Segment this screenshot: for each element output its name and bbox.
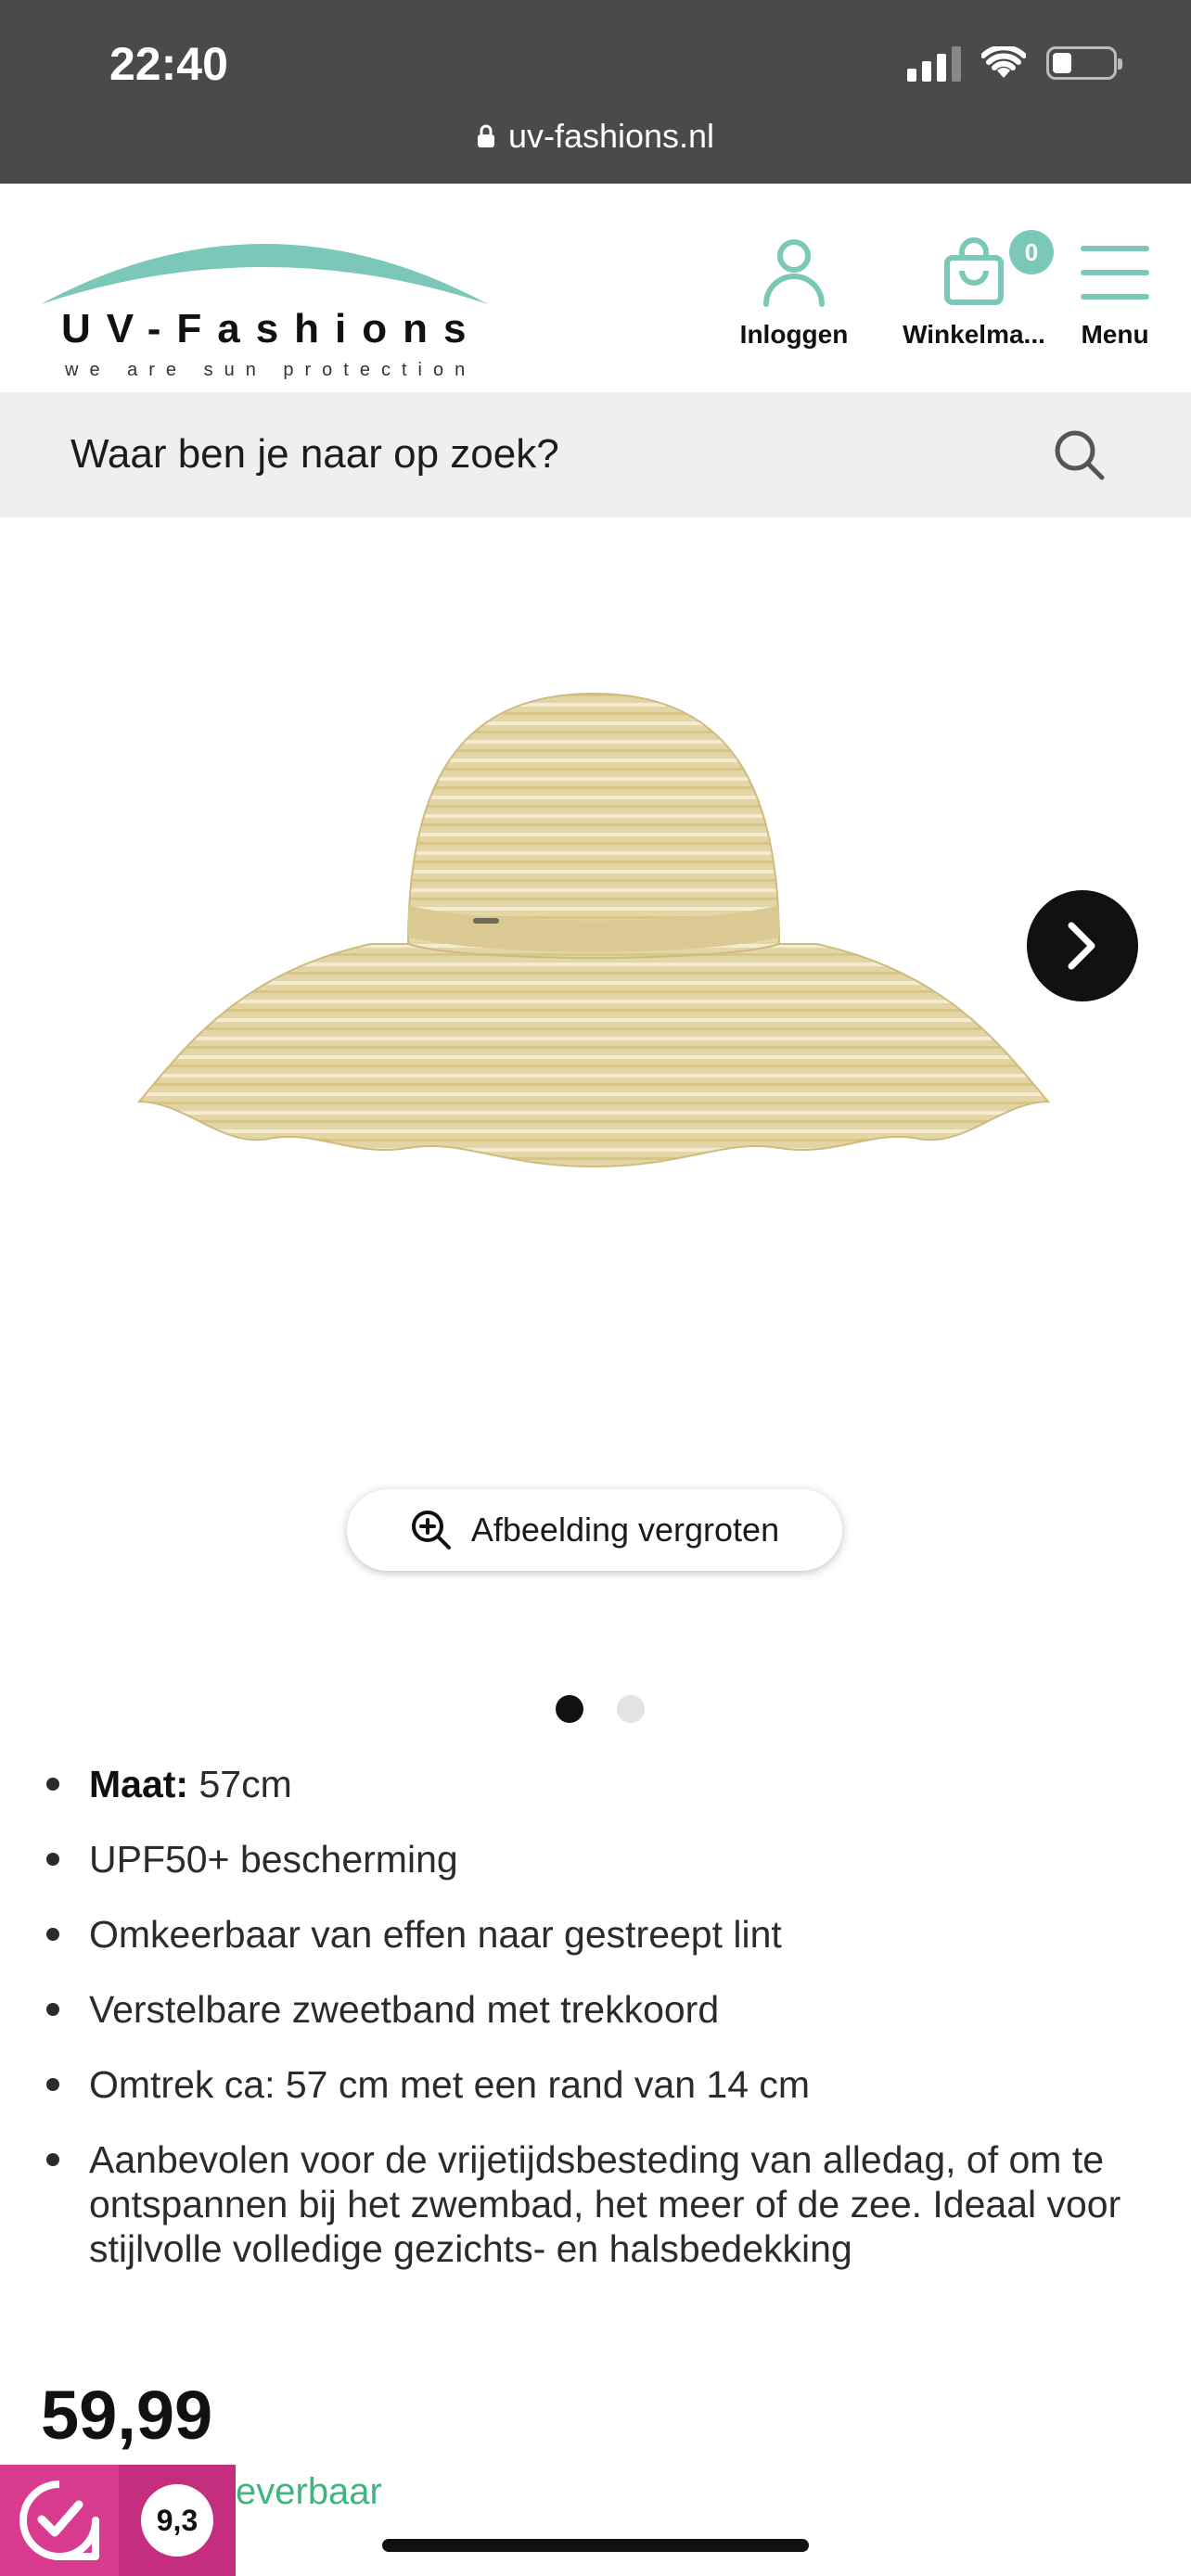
search-bar[interactable]: Waar ben je naar op zoek? xyxy=(0,392,1191,517)
chevron-right-icon xyxy=(1068,922,1095,970)
review-score-area: 9,3 xyxy=(119,2465,236,2576)
site-logo[interactable]: UV-Fashions we are sun protection xyxy=(37,221,492,380)
review-score: 9,3 xyxy=(141,2484,213,2557)
hamburger-menu-icon xyxy=(1081,246,1149,300)
search-icon[interactable] xyxy=(1052,427,1108,483)
product-gallery: Afbeelding vergroten xyxy=(0,517,1191,1723)
lock-icon xyxy=(477,124,494,147)
menu-label: Menu xyxy=(1081,320,1149,349)
logo-title: UV-Fashions xyxy=(61,306,482,351)
product-price: 59,99 xyxy=(41,2377,213,2454)
product-hat-image[interactable] xyxy=(130,666,1057,1185)
wifi-icon xyxy=(981,46,1026,78)
browser-top-bar: 22:40 uv-fashions.nl xyxy=(0,0,1191,184)
search-input[interactable]: Waar ben je naar op zoek? xyxy=(70,431,559,478)
feature-item: Omtrek ca: 57 cm met een rand van 14 cm xyxy=(43,2062,1156,2107)
logo-tagline: we are sun protection xyxy=(65,360,477,380)
status-icons xyxy=(907,45,1122,82)
size-label: Maat: xyxy=(89,1763,189,1805)
feature-item: Omkeerbaar van effen naar gestreept lint xyxy=(43,1912,1156,1957)
user-icon xyxy=(763,239,825,307)
battery-icon xyxy=(1046,46,1122,80)
zoom-label: Afbeelding vergroten xyxy=(470,1511,780,1549)
review-logo-icon xyxy=(0,2465,119,2576)
carousel-dots xyxy=(0,1695,1191,1723)
feature-size: Maat: 57cm xyxy=(43,1762,1156,1806)
cart-label: Winkelma... xyxy=(903,320,1045,349)
login-label: Inloggen xyxy=(739,320,849,349)
size-value: 57cm xyxy=(188,1763,292,1805)
zoom-image-button[interactable]: Afbeelding vergroten xyxy=(347,1489,842,1571)
home-indicator[interactable] xyxy=(382,2539,809,2552)
address-bar[interactable]: uv-fashions.nl xyxy=(0,117,1191,156)
url-text: uv-fashions.nl xyxy=(507,117,715,155)
cart-count-badge: 0 xyxy=(1009,230,1054,274)
availability-status: everbaar xyxy=(236,2471,382,2512)
menu-button[interactable]: Menu xyxy=(1069,237,1161,350)
next-image-button[interactable] xyxy=(1027,890,1138,1001)
logo-arc xyxy=(41,244,488,304)
cellular-signal-icon xyxy=(907,45,961,82)
status-time: 22:40 xyxy=(109,38,228,90)
carousel-dot-1[interactable] xyxy=(556,1695,583,1723)
shopping-bag-icon xyxy=(944,237,1004,305)
review-widget[interactable]: 9,3 xyxy=(0,2465,236,2576)
login-button[interactable]: Inloggen xyxy=(729,237,859,350)
feature-item: UPF50+ bescherming xyxy=(43,1837,1156,1881)
site-header: UV-Fashions we are sun protection Inlogg… xyxy=(0,184,1191,392)
feature-item: Aanbevolen voor de vrijetijdsbesteding v… xyxy=(43,2137,1156,2271)
zoom-in-icon xyxy=(411,1511,451,1549)
feature-item: Verstelbare zweetband met trekkoord xyxy=(43,1987,1156,2032)
carousel-dot-2[interactable] xyxy=(617,1695,645,1723)
product-features: Maat: 57cm UPF50+ bescherming Omkeerbaar… xyxy=(43,1762,1156,2302)
